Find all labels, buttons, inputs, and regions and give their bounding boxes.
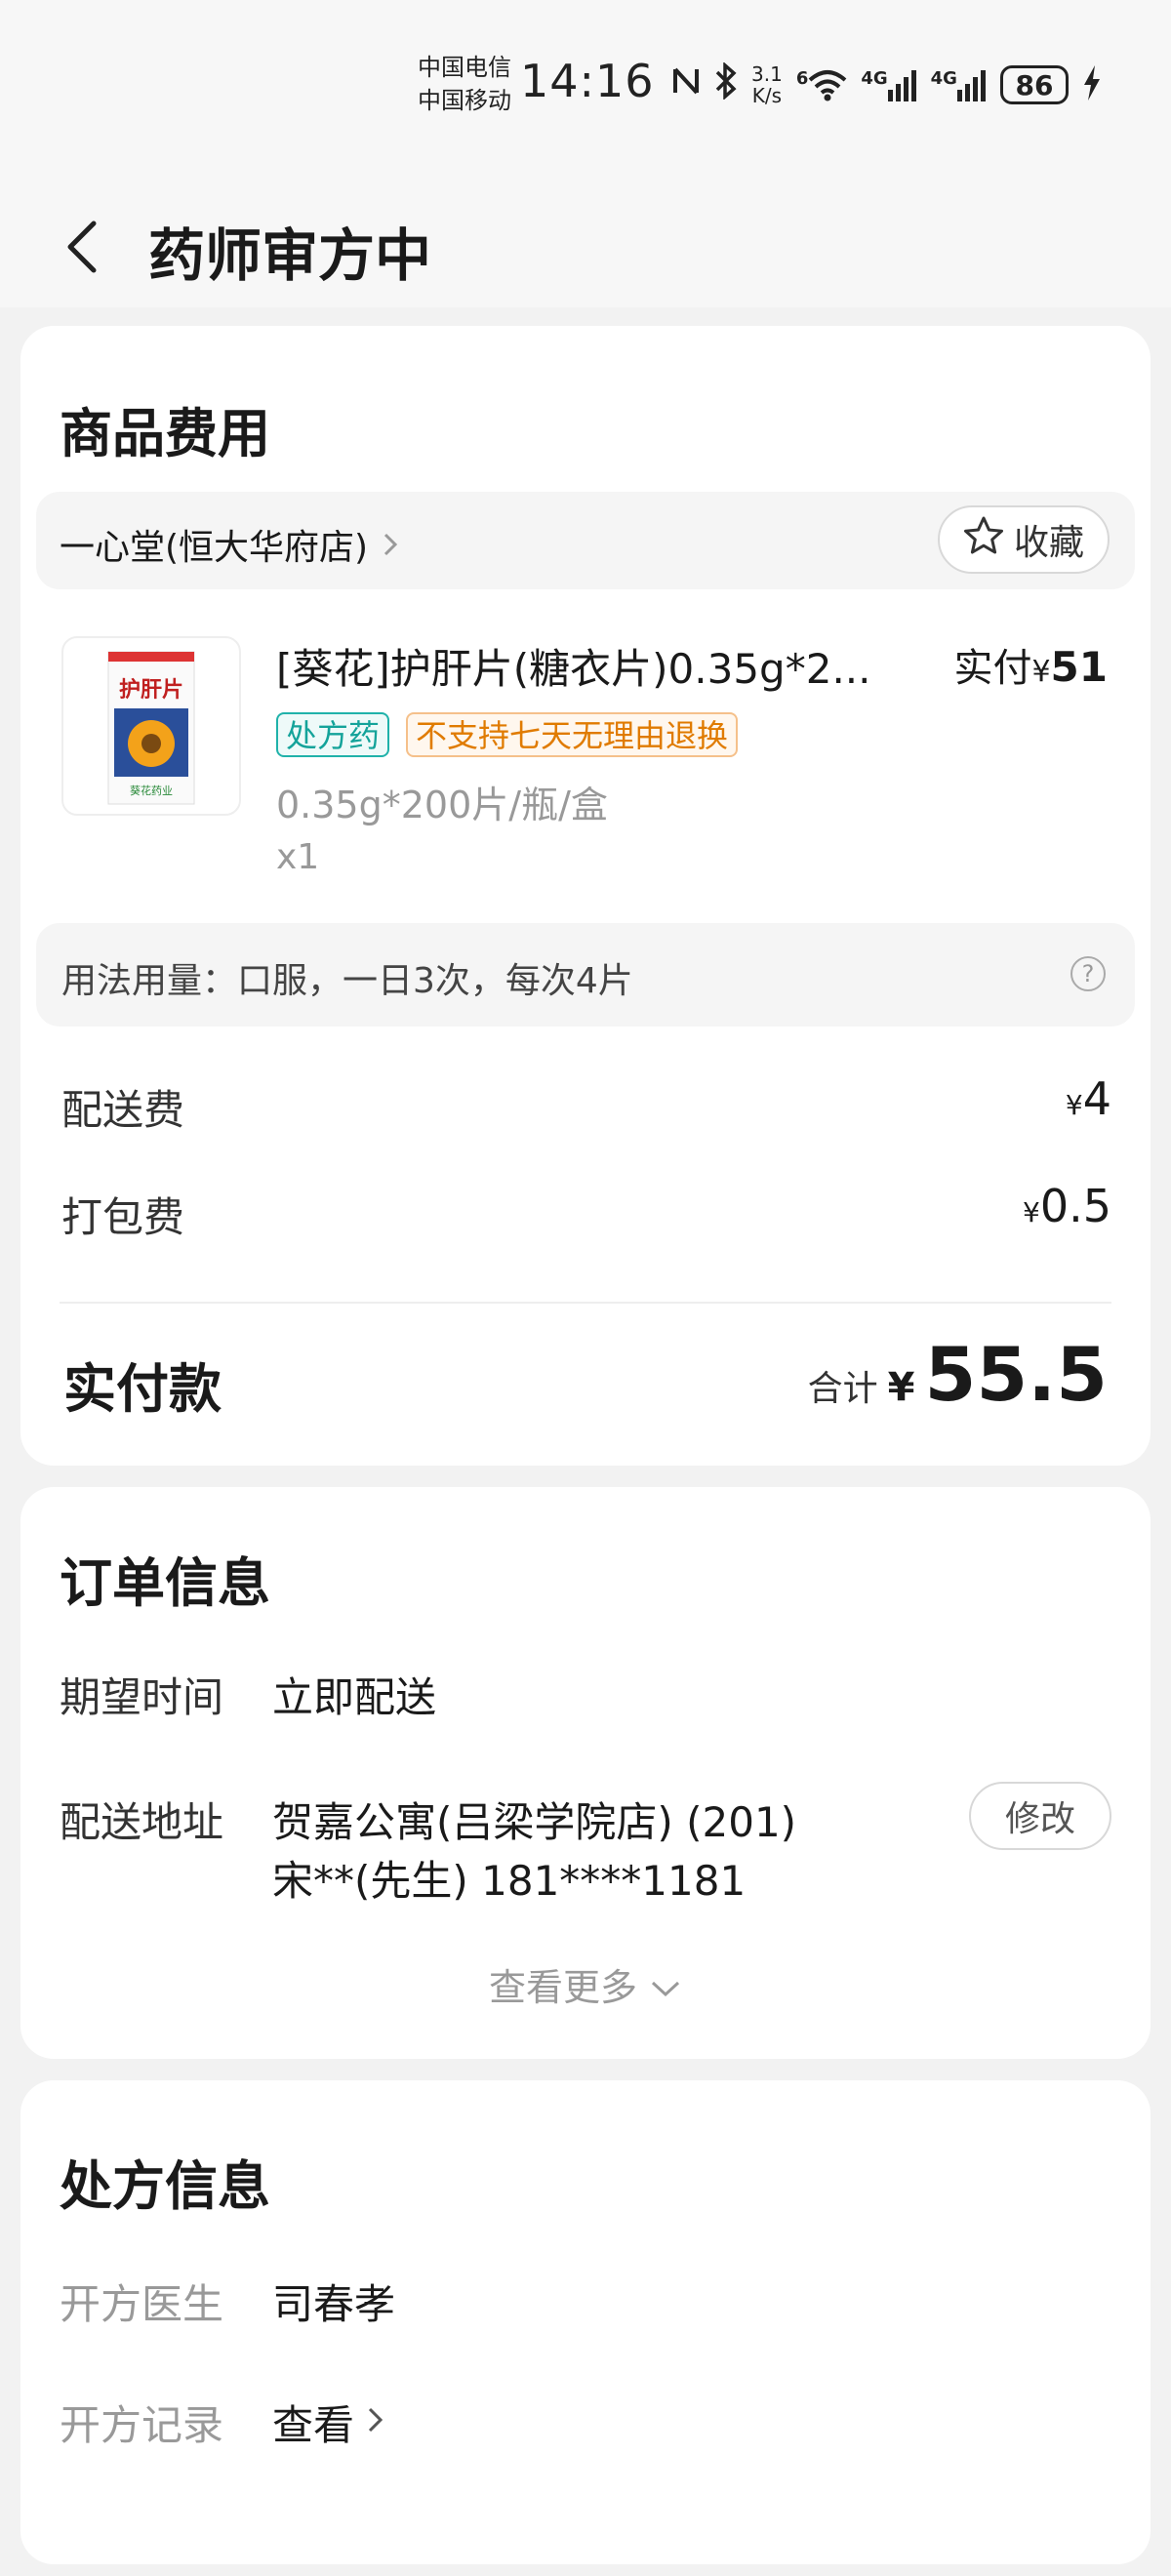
- product-paid-currency: ¥: [1031, 655, 1051, 689]
- delivery-fee-label: 配送费: [61, 1086, 185, 1134]
- chevron-right-icon: [380, 528, 401, 568]
- order-section-title: 订单信息: [60, 1552, 270, 1614]
- prescription-record-label: 开方记录: [60, 2401, 224, 2449]
- product-quantity: x1: [276, 837, 320, 877]
- doctor-value: 司春孝: [272, 2280, 396, 2328]
- network-speed-value: 3.1: [751, 62, 783, 86]
- goods-fee-card: 商品费用 一心堂(恒大华府店) 收藏 护肝片 葵花药业 [葵花]护肝片(糖衣片)…: [20, 326, 1151, 1466]
- page-title: 药师审方中: [148, 222, 432, 289]
- product-image-title: 护肝片: [119, 678, 183, 703]
- carrier-info: 中国电信 中国移动: [418, 51, 511, 117]
- chevron-right-icon: [364, 2398, 387, 2446]
- cellular-signal-icon-2: 4G: [931, 68, 987, 101]
- carrier-2: 中国移动: [418, 87, 511, 114]
- total-amount: 55.5: [924, 1331, 1108, 1418]
- wifi-icon: 6: [796, 68, 848, 101]
- store-link[interactable]: 一心堂(恒大华府店): [60, 519, 401, 570]
- network-type-2: 4G: [930, 68, 957, 89]
- delivery-fee-amount: 4: [1082, 1072, 1111, 1125]
- nav-bar: 药师审方中: [0, 171, 1171, 307]
- prescription-record-link[interactable]: 查看: [272, 2393, 387, 2452]
- prescription-info-card: 处方信息 开方医生 司春孝 开方记录 查看: [20, 2080, 1151, 2564]
- total-currency: ¥: [887, 1365, 915, 1410]
- status-icons: 3.1 K/s 6 4G 4G 86: [671, 60, 1102, 109]
- product-paid-prefix: 实付: [953, 646, 1032, 691]
- chevron-down-icon: [649, 1966, 682, 2009]
- total-amount-group: 合计 ¥ 55.5: [808, 1331, 1108, 1418]
- charging-icon: [1082, 63, 1102, 106]
- see-more-button[interactable]: 查看更多: [20, 1957, 1151, 2011]
- prescription-section-title: 处方信息: [60, 2155, 270, 2217]
- address-line-2: 宋**(先生) 181****1181: [272, 1857, 747, 1905]
- delivery-fee-currency: ¥: [1065, 1089, 1083, 1121]
- help-icon[interactable]: ?: [1070, 956, 1106, 991]
- no-return-tag: 不支持七天无理由退换: [406, 712, 739, 757]
- usage-row: 用法用量：口服，一日3次，每次4片 ?: [36, 923, 1135, 1026]
- status-bar: 中国电信 中国移动 14:16 3.1 K/s 6 4G 4G 86: [0, 0, 1171, 171]
- network-type-1: 4G: [861, 68, 888, 89]
- product-paid-amount: 实付¥51: [953, 636, 1108, 693]
- cellular-signal-icon-1: 4G: [861, 68, 916, 101]
- packing-fee-value: ¥0.5: [1023, 1180, 1111, 1232]
- prescription-drug-tag: 处方药: [276, 712, 390, 757]
- address-line-1: 贺嘉公寓(吕梁学院店) (201): [272, 1798, 797, 1846]
- store-name: 一心堂(恒大华府店): [60, 528, 369, 568]
- favorite-label: 收藏: [1013, 523, 1084, 563]
- address-label: 配送地址: [60, 1798, 224, 1846]
- product-paid-value: 51: [1050, 643, 1108, 691]
- see-more-label: 查看更多: [488, 1966, 637, 2009]
- battery-indicator: 86: [999, 65, 1069, 104]
- network-speed-unit: K/s: [751, 84, 783, 107]
- clock: 14:16: [520, 55, 655, 107]
- expected-time-value: 立即配送: [272, 1673, 437, 1721]
- prescription-record-link-label: 查看: [272, 2401, 355, 2449]
- star-icon: [963, 515, 1004, 565]
- product-image-brand: 葵花药业: [130, 785, 173, 797]
- packing-fee-currency: ¥: [1023, 1196, 1040, 1228]
- packing-fee-label: 打包费: [61, 1193, 185, 1241]
- product-image[interactable]: 护肝片 葵花药业: [61, 636, 241, 816]
- total-caption: 合计: [807, 1369, 878, 1409]
- product-name[interactable]: [葵花]护肝片(糖衣片)0.35g*2...: [276, 636, 871, 696]
- modify-address-button[interactable]: 修改: [969, 1782, 1111, 1850]
- delivery-fee-value: ¥4: [1066, 1072, 1111, 1125]
- nfc-icon: [671, 63, 701, 107]
- back-arrow-icon[interactable]: [61, 218, 109, 276]
- doctor-label: 开方医生: [60, 2280, 224, 2328]
- divider: [60, 1302, 1111, 1304]
- total-label: 实付款: [63, 1358, 222, 1420]
- product-spec: 0.35g*200片/瓶/盒: [276, 784, 608, 826]
- goods-section-title: 商品费用: [60, 403, 270, 464]
- network-speed: 3.1 K/s: [751, 63, 783, 106]
- expected-time-label: 期望时间: [60, 1673, 224, 1721]
- usage-text: 用法用量：口服，一日3次，每次4片: [61, 961, 633, 1001]
- store-row[interactable]: 一心堂(恒大华府店) 收藏: [36, 492, 1135, 589]
- bluetooth-icon: [714, 60, 738, 108]
- order-info-card: 订单信息 期望时间 立即配送 配送地址 贺嘉公寓(吕梁学院店) (201) 宋*…: [20, 1487, 1151, 2059]
- favorite-button[interactable]: 收藏: [938, 505, 1110, 574]
- wifi-badge: 6: [795, 68, 809, 89]
- packing-fee-amount: 0.5: [1039, 1180, 1111, 1232]
- carrier-1: 中国电信: [418, 54, 511, 81]
